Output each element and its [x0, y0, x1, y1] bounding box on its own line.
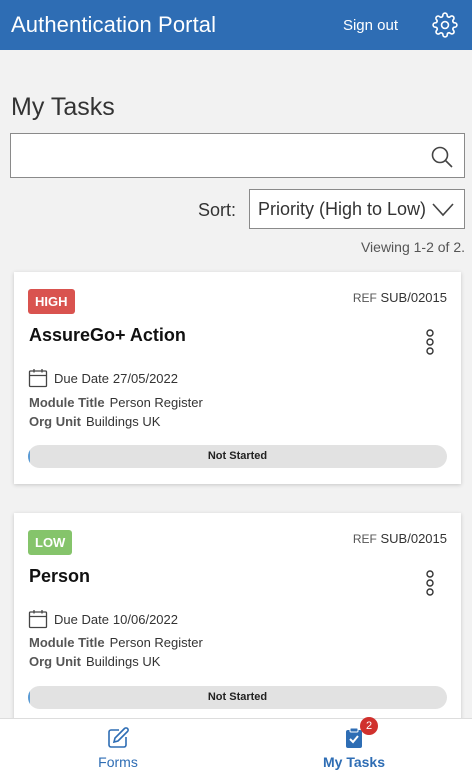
search-icon[interactable] — [430, 145, 454, 169]
edit-icon — [108, 726, 129, 748]
due-date-label: Due Date — [54, 370, 109, 386]
priority-badge: HIGH — [28, 289, 75, 314]
status-text: Not Started — [207, 450, 268, 462]
app-header: Authentication Portal Sign out — [0, 0, 472, 50]
task-title: AssureGo+ Action — [29, 325, 186, 345]
org-unit-label: Org Unit — [29, 414, 81, 429]
ref-number: SUB/02015 — [380, 531, 448, 546]
ref-prefix: REF — [352, 291, 377, 305]
ref-prefix: REF — [352, 532, 377, 546]
page-title: My Tasks — [11, 93, 115, 121]
nav-forms[interactable]: Forms — [0, 719, 236, 775]
sort-selected-value: Priority (High to Low) — [258, 198, 427, 219]
sort-label: Sort: — [198, 200, 237, 220]
org-unit-row: Org Unit Buildings UK — [29, 414, 160, 429]
search-input[interactable] — [11, 134, 411, 177]
more-options-icon[interactable] — [425, 329, 435, 355]
nav-forms-label: Forms — [98, 753, 138, 770]
chevron-down-icon — [432, 203, 454, 217]
sort-dropdown[interactable]: Priority (High to Low) — [249, 189, 465, 229]
progress-fill — [28, 445, 30, 468]
progress-fill — [28, 686, 30, 709]
due-date-row: Due Date 27/05/2022 — [28, 368, 178, 388]
status-progress-bar: Not Started — [28, 686, 447, 709]
module-row: Module Title Person Register — [29, 395, 203, 410]
app-title: Authentication Portal — [11, 12, 217, 37]
results-count: Viewing 1-2 of 2. — [360, 239, 465, 255]
nav-my-tasks-label: My Tasks — [323, 753, 385, 770]
calendar-icon — [28, 369, 48, 388]
nav-tasks-icon-wrap: 2 — [342, 716, 378, 750]
due-date-row: Due Date 10/06/2022 — [28, 609, 178, 629]
module-label: Module Title — [29, 635, 105, 650]
status-text: Not Started — [207, 691, 268, 703]
sign-out-link[interactable]: Sign out — [343, 17, 398, 34]
gear-icon[interactable] — [432, 12, 458, 38]
module-label: Module Title — [29, 395, 105, 410]
org-unit-label: Org Unit — [29, 654, 81, 669]
nav-my-tasks[interactable]: 2 My Tasks — [236, 716, 472, 775]
org-unit-row: Org Unit Buildings UK — [29, 654, 160, 669]
status-progress-bar: Not Started — [28, 445, 447, 468]
due-date-label: Due Date — [54, 611, 109, 627]
more-options-icon[interactable] — [425, 570, 435, 596]
task-title: Person — [29, 566, 91, 586]
module-row: Module Title Person Register — [29, 635, 203, 650]
tasks-count-badge: 2 — [360, 716, 378, 735]
task-reference: REF SUB/02015 — [353, 290, 447, 305]
bottom-nav: Forms 2 My Tasks — [0, 716, 472, 775]
priority-badge: LOW — [28, 530, 73, 555]
task-card[interactable]: HIGH REF SUB/02015 AssureGo+ Action Due … — [14, 272, 461, 484]
org-unit-value: Buildings UK — [86, 654, 161, 669]
calendar-icon — [28, 610, 48, 629]
module-value: Person Register — [109, 635, 203, 650]
module-value: Person Register — [109, 395, 203, 410]
due-date-value: 27/05/2022 — [112, 370, 178, 386]
search-box — [10, 133, 465, 178]
task-card[interactable]: LOW REF SUB/02015 Person Due Date 10/06/… — [14, 513, 461, 733]
ref-number: SUB/02015 — [380, 290, 448, 305]
task-reference: REF SUB/02015 — [353, 531, 447, 546]
org-unit-value: Buildings UK — [86, 414, 161, 429]
due-date-value: 10/06/2022 — [112, 611, 178, 627]
